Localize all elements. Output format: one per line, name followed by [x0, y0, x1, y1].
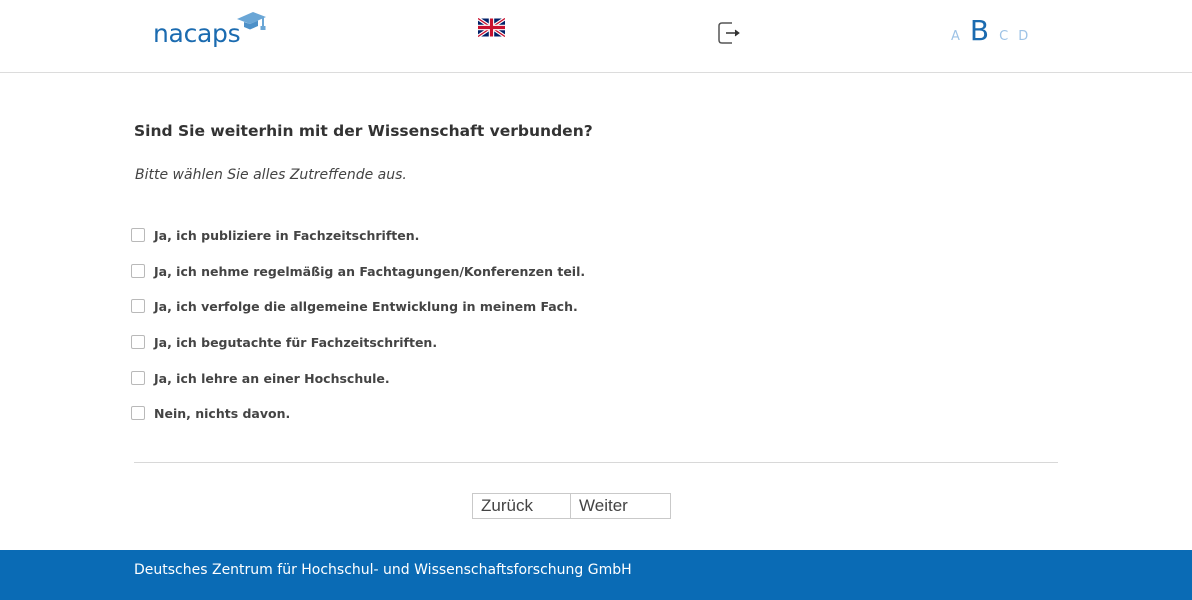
answer-option-label: Nein, nichts davon. — [154, 405, 291, 421]
answer-option-label: Ja, ich lehre an einer Hochschule. — [154, 370, 390, 386]
answer-option-label: Ja, ich verfolge die allgemeine Entwickl… — [154, 298, 578, 314]
checkbox[interactable] — [131, 299, 145, 313]
checkbox[interactable] — [131, 406, 145, 420]
checkbox[interactable] — [131, 371, 145, 385]
nacaps-logo[interactable]: nacaps — [153, 10, 268, 50]
checkbox[interactable] — [131, 264, 145, 278]
font-size-b-button[interactable]: B — [970, 14, 989, 47]
content-divider — [134, 462, 1058, 463]
answer-option-label: Ja, ich nehme regelmäßig an Fachtagungen… — [154, 263, 586, 279]
logo-text: nacaps — [153, 19, 241, 48]
font-size-c-button[interactable]: C — [999, 29, 1008, 44]
graduation-cap-icon — [237, 12, 266, 30]
answer-option[interactable]: Ja, ich publiziere in Fachzeitschriften. — [131, 224, 419, 246]
font-size-d-button[interactable]: D — [1018, 29, 1028, 44]
answer-option[interactable]: Ja, ich nehme regelmäßig an Fachtagungen… — [131, 260, 585, 282]
checkbox[interactable] — [131, 335, 145, 349]
font-size-a-button[interactable]: A — [951, 29, 960, 44]
union-jack-flag-icon[interactable] — [478, 18, 505, 37]
next-button[interactable]: Weiter — [571, 493, 671, 519]
survey-navigation: Zurück Weiter — [472, 493, 671, 519]
answer-option-label: Ja, ich begutachte für Fachzeitschriften… — [154, 334, 438, 350]
question-instruction: Bitte wählen Sie alles Zutreffende aus. — [135, 167, 407, 183]
checkbox[interactable] — [131, 228, 145, 242]
font-size-switcher: A B C D — [951, 14, 1028, 48]
question-title: Sind Sie weiterhin mit der Wissenschaft … — [134, 122, 593, 140]
back-button[interactable]: Zurück — [472, 493, 571, 519]
page-footer: Deutsches Zentrum für Hochschul- und Wis… — [0, 550, 1192, 600]
answer-option[interactable]: Ja, ich lehre an einer Hochschule. — [131, 367, 390, 389]
answer-option[interactable]: Ja, ich verfolge die allgemeine Entwickl… — [131, 295, 578, 317]
logout-icon[interactable] — [718, 22, 742, 44]
answer-option-label: Ja, ich publiziere in Fachzeitschriften. — [154, 227, 420, 243]
footer-organization: Deutsches Zentrum für Hochschul- und Wis… — [134, 562, 632, 578]
answer-option[interactable]: Ja, ich begutachte für Fachzeitschriften… — [131, 331, 437, 353]
answer-option[interactable]: Nein, nichts davon. — [131, 402, 290, 424]
page-header: nacaps A B C D — [0, 0, 1192, 73]
